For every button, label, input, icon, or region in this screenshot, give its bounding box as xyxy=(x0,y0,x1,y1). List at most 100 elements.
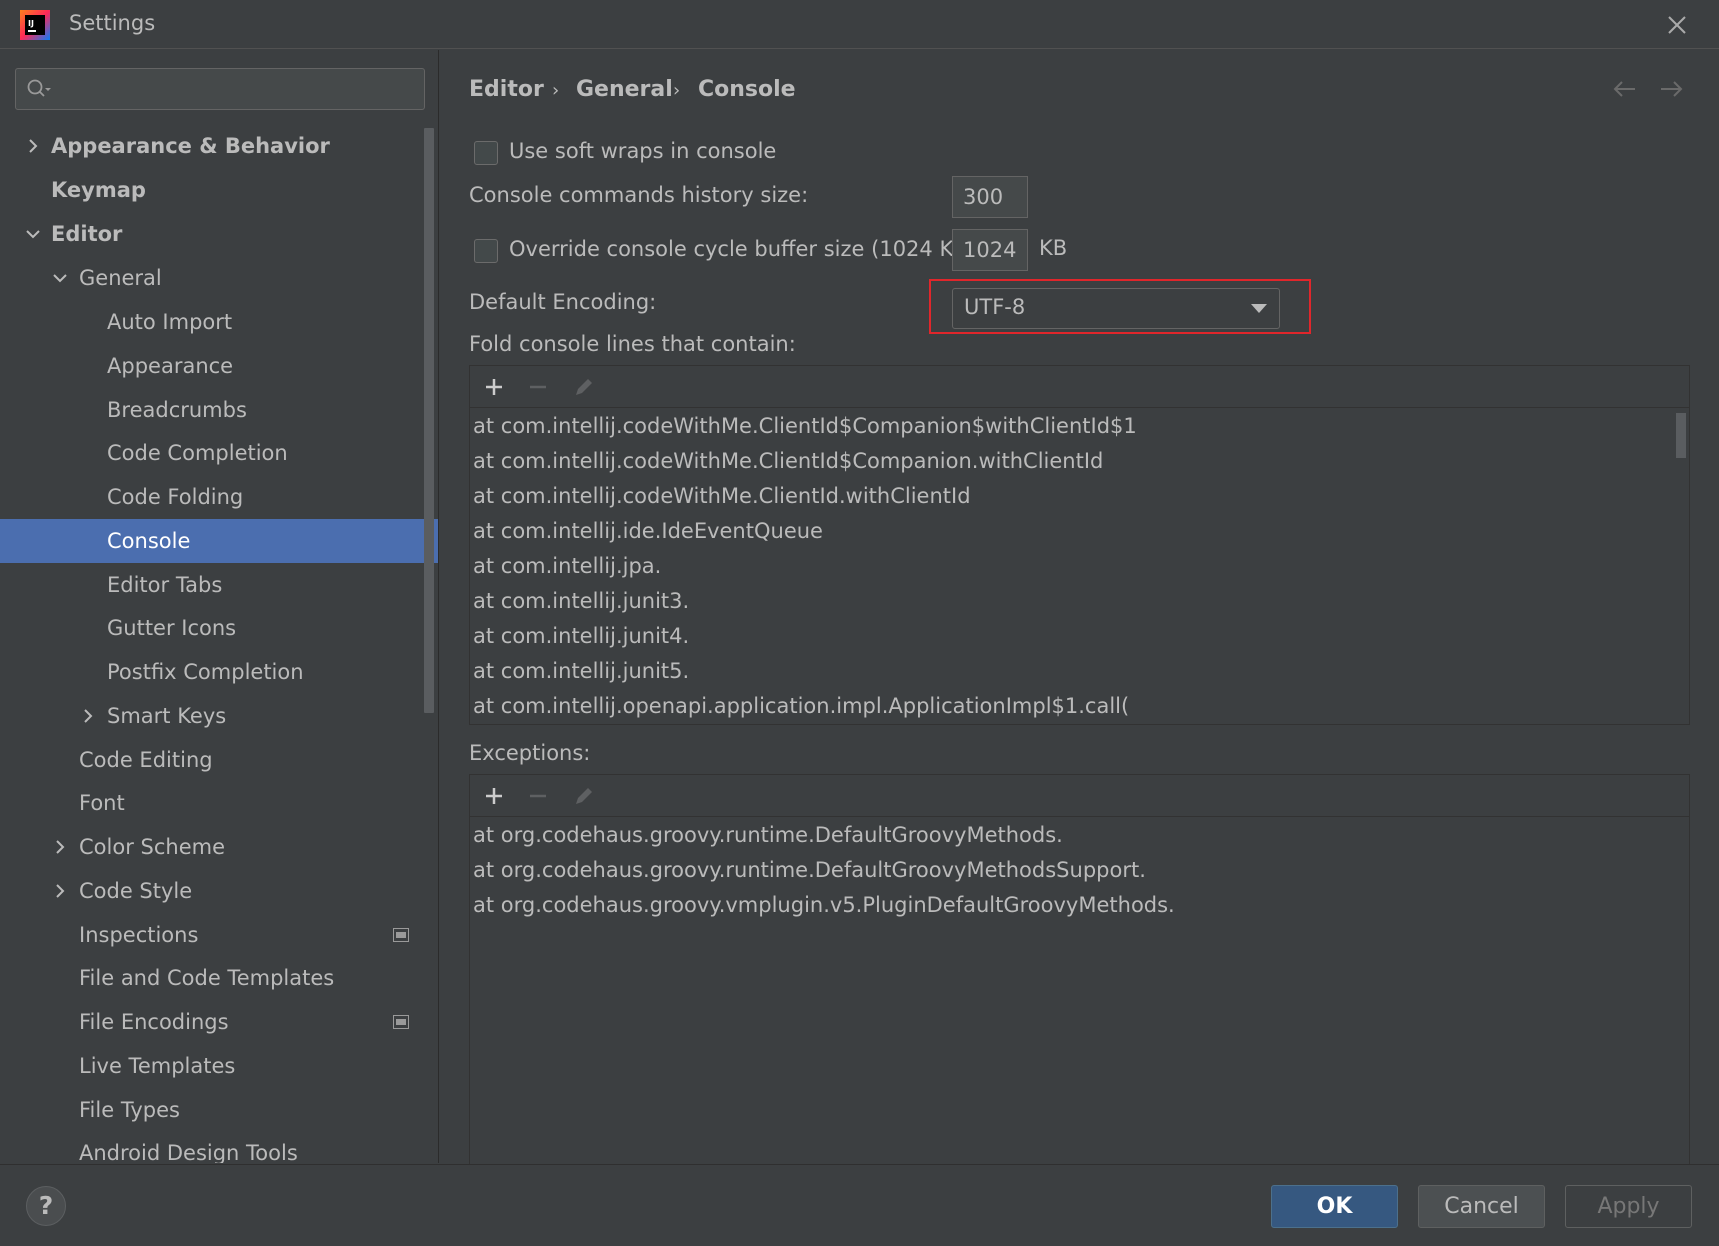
list-item[interactable]: at org.codehaus.groovy.runtime.DefaultGr… xyxy=(473,853,1146,888)
sidebar-item-appearance-behavior[interactable]: Appearance & Behavior xyxy=(0,124,438,168)
forward-arrow-icon[interactable] xyxy=(1657,76,1685,102)
list-item[interactable]: at com.intellij.codeWithMe.ClientId.with… xyxy=(473,479,971,514)
sidebar-item-breadcrumbs[interactable]: Breadcrumbs xyxy=(0,388,438,432)
edit-pencil-icon[interactable] xyxy=(572,375,596,399)
list-item[interactable]: at com.intellij.codeWithMe.ClientId$Comp… xyxy=(473,409,1137,444)
sidebar-item-file-code-templates[interactable]: File and Code Templates xyxy=(0,956,438,1000)
sidebar-item-label: Code Completion xyxy=(107,441,288,465)
sidebar-item-code-folding[interactable]: Code Folding xyxy=(0,475,438,519)
sidebar-item-editor-tabs[interactable]: Editor Tabs xyxy=(0,563,438,607)
sidebar-item-file-types[interactable]: File Types xyxy=(0,1088,438,1132)
sidebar-item-color-scheme[interactable]: Color Scheme xyxy=(0,825,438,869)
sidebar-item-label: Postfix Completion xyxy=(107,660,304,684)
sidebar-item-label: Auto Import xyxy=(107,310,233,334)
settings-search-input[interactable] xyxy=(58,75,418,103)
sidebar-item-label: Breadcrumbs xyxy=(107,398,247,422)
chevron-right-icon[interactable] xyxy=(50,881,70,901)
fold-lines-scrollbar[interactable] xyxy=(1676,413,1686,458)
help-button[interactable]: ? xyxy=(26,1186,66,1226)
override-buffer-checkbox[interactable] xyxy=(474,239,498,263)
breadcrumb-separator: › xyxy=(673,80,681,101)
sidebar-item-inspections[interactable]: Inspections xyxy=(0,913,438,957)
sidebar-item-label: Inspections xyxy=(79,923,199,947)
exceptions-toolbar xyxy=(470,775,1689,817)
apply-button[interactable]: Apply xyxy=(1565,1185,1692,1228)
sidebar-item-postfix-completion[interactable]: Postfix Completion xyxy=(0,650,438,694)
remove-icon[interactable] xyxy=(526,375,550,399)
intellij-logo-icon: IJ xyxy=(20,10,50,40)
exceptions-label: Exceptions: xyxy=(469,741,591,765)
sidebar-item-label: General xyxy=(79,266,162,290)
chevron-down-icon[interactable] xyxy=(23,224,43,244)
fold-lines-panel: at com.intellij.codeWithMe.ClientId$Comp… xyxy=(469,365,1690,725)
list-item[interactable]: at com.intellij.junit4. xyxy=(473,619,689,654)
chevron-right-icon[interactable] xyxy=(23,136,43,156)
default-encoding-dropdown[interactable]: UTF-8 xyxy=(952,288,1280,329)
sidebar-item-label: Keymap xyxy=(51,178,146,202)
list-item[interactable]: at com.intellij.openapi.application.impl… xyxy=(473,689,1129,724)
chevron-right-icon[interactable] xyxy=(50,837,70,857)
sidebar-item-file-encodings[interactable]: File Encodings xyxy=(0,1000,438,1044)
sidebar-item-android-design-tools[interactable]: Android Design Tools xyxy=(0,1131,438,1163)
list-item[interactable]: at com.intellij.junit5. xyxy=(473,654,689,689)
dialog-button-bar: ? OK Cancel Apply xyxy=(0,1164,1719,1246)
sidebar-item-appearance[interactable]: Appearance xyxy=(0,344,438,388)
settings-search-box[interactable] xyxy=(15,68,425,110)
cancel-button[interactable]: Cancel xyxy=(1418,1185,1545,1228)
sidebar-item-label: File and Code Templates xyxy=(79,966,335,990)
sidebar-item-label: Appearance xyxy=(107,354,234,378)
override-buffer-label: Override console cycle buffer size (1024… xyxy=(509,237,976,261)
list-item[interactable]: at com.intellij.junit3. xyxy=(473,584,689,619)
sidebar-item-code-completion[interactable]: Code Completion xyxy=(0,431,438,475)
add-icon[interactable] xyxy=(482,784,506,808)
add-icon[interactable] xyxy=(482,375,506,399)
chevron-down-icon[interactable] xyxy=(50,268,70,288)
search-icon[interactable] xyxy=(26,78,52,100)
sidebar-item-editor[interactable]: Editor xyxy=(0,212,438,256)
sidebar-item-font[interactable]: Font xyxy=(0,781,438,825)
list-item[interactable]: at com.intellij.jpa. xyxy=(473,549,661,584)
exceptions-list: at org.codehaus.groovy.runtime.DefaultGr… xyxy=(470,818,1689,1184)
soft-wraps-checkbox[interactable] xyxy=(474,141,498,165)
svg-text:IJ: IJ xyxy=(28,19,34,28)
sidebar-item-code-style[interactable]: Code Style xyxy=(0,869,438,913)
list-item[interactable]: at com.intellij.codeWithMe.ClientId$Comp… xyxy=(473,444,1103,479)
close-icon[interactable] xyxy=(1662,10,1692,40)
sidebar-item-label: Font xyxy=(79,791,125,815)
settings-sidebar: Appearance & Behavior Keymap Editor Gene… xyxy=(0,50,439,1163)
remove-icon[interactable] xyxy=(526,784,550,808)
sidebar-item-general[interactable]: General xyxy=(0,256,438,300)
encoding-selected-value: UTF-8 xyxy=(964,295,1026,319)
sidebar-item-label: Code Folding xyxy=(107,485,244,509)
ok-button[interactable]: OK xyxy=(1271,1185,1398,1228)
buffer-unit-label: KB xyxy=(1039,236,1068,260)
breadcrumb-console: Console xyxy=(698,77,796,102)
sidebar-item-label: File Types xyxy=(79,1098,180,1122)
fold-lines-toolbar xyxy=(470,366,1689,408)
buffer-size-input[interactable]: 1024 xyxy=(952,229,1028,271)
sidebar-item-auto-import[interactable]: Auto Import xyxy=(0,300,438,344)
sidebar-item-label: Color Scheme xyxy=(79,835,225,859)
sidebar-item-label: Smart Keys xyxy=(107,704,227,728)
list-item[interactable]: at org.codehaus.groovy.vmplugin.v5.Plugi… xyxy=(473,888,1175,923)
sidebar-item-keymap[interactable]: Keymap xyxy=(0,168,438,212)
history-size-input[interactable]: 300 xyxy=(952,176,1028,218)
sidebar-scrollbar[interactable] xyxy=(424,128,434,713)
exceptions-panel: at org.codehaus.groovy.runtime.DefaultGr… xyxy=(469,774,1690,1185)
sidebar-item-label: Gutter Icons xyxy=(107,616,237,640)
breadcrumb-general: General xyxy=(576,77,673,102)
title-bar: IJ Settings xyxy=(0,0,1719,49)
sidebar-item-live-templates[interactable]: Live Templates xyxy=(0,1044,438,1088)
sidebar-item-console[interactable]: Console xyxy=(0,519,438,563)
edit-pencil-icon[interactable] xyxy=(572,784,596,808)
sidebar-item-gutter-icons[interactable]: Gutter Icons xyxy=(0,606,438,650)
sidebar-item-code-editing[interactable]: Code Editing xyxy=(0,738,438,782)
chevron-right-icon[interactable] xyxy=(78,706,98,726)
back-arrow-icon[interactable] xyxy=(1611,76,1639,102)
sidebar-item-smart-keys[interactable]: Smart Keys xyxy=(0,694,438,738)
sidebar-item-label: Appearance & Behavior xyxy=(51,134,330,158)
sidebar-item-label: File Encodings xyxy=(79,1010,229,1034)
project-scope-icon xyxy=(393,1015,409,1029)
list-item[interactable]: at org.codehaus.groovy.runtime.DefaultGr… xyxy=(473,818,1063,853)
list-item[interactable]: at com.intellij.ide.IdeEventQueue xyxy=(473,514,823,549)
